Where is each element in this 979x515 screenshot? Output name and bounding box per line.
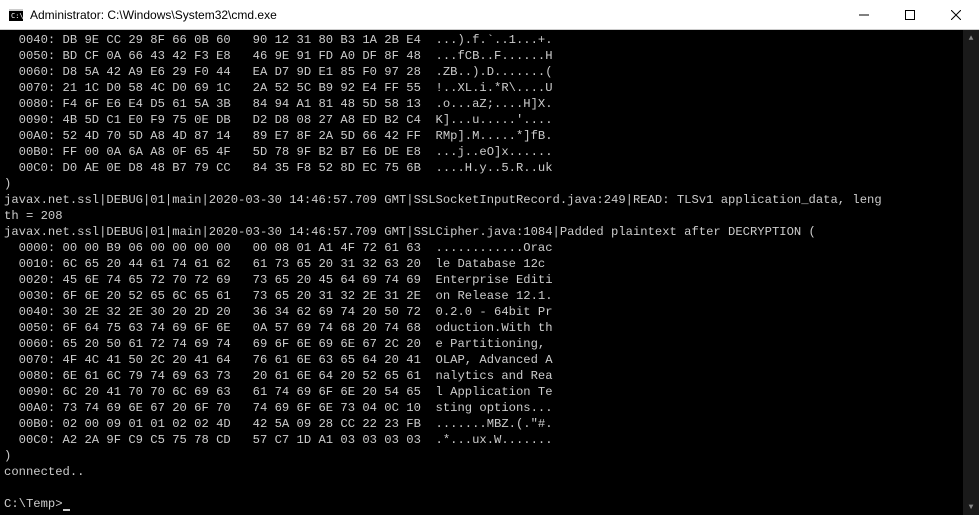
window-controls bbox=[841, 0, 979, 29]
maximize-button[interactable] bbox=[887, 0, 933, 29]
terminal-output[interactable]: 0040: DB 9E CC 29 8F 66 0B 60 90 12 31 8… bbox=[0, 30, 979, 515]
scroll-down-icon[interactable]: ▼ bbox=[963, 499, 979, 515]
window-titlebar: C:\ Administrator: C:\Windows\System32\c… bbox=[0, 0, 979, 30]
window-title: Administrator: C:\Windows\System32\cmd.e… bbox=[30, 8, 841, 22]
close-button[interactable] bbox=[933, 0, 979, 29]
scroll-up-icon[interactable]: ▲ bbox=[963, 30, 979, 46]
cursor bbox=[63, 509, 70, 511]
vertical-scrollbar[interactable]: ▲ ▼ bbox=[963, 30, 979, 515]
svg-text:C:\: C:\ bbox=[11, 12, 23, 20]
minimize-button[interactable] bbox=[841, 0, 887, 29]
cmd-icon: C:\ bbox=[8, 7, 24, 23]
prompt: C:\Temp> bbox=[4, 497, 63, 511]
